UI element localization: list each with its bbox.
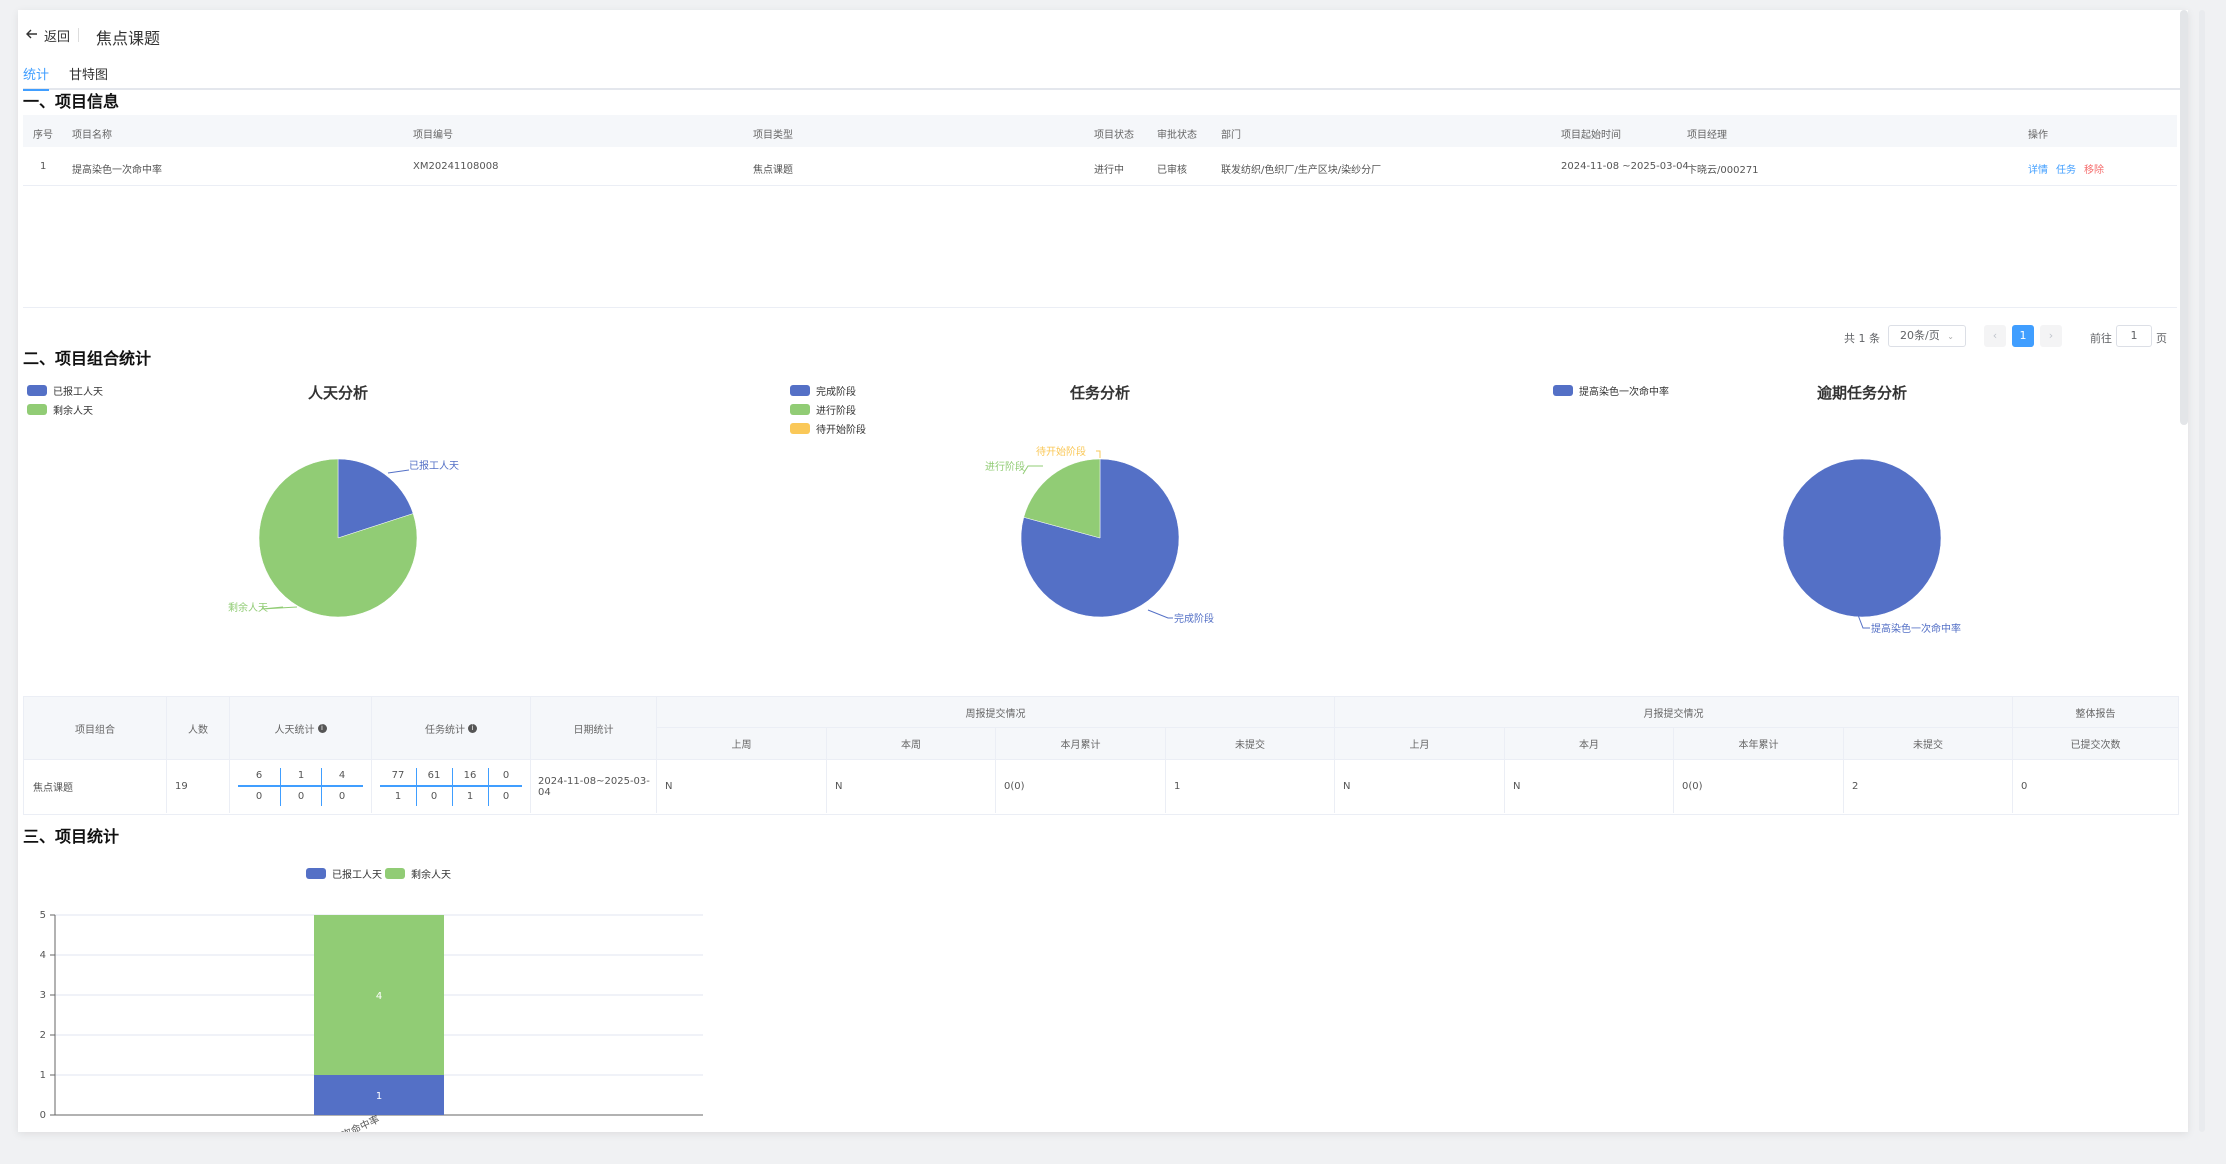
task-top: 61 <box>427 770 441 781</box>
mini-divider <box>238 785 363 787</box>
mini-divider <box>416 768 417 806</box>
cell-people: 19 <box>167 760 230 813</box>
th-people: 人数 <box>167 697 230 760</box>
pie-manday <box>258 458 418 618</box>
cell-monthly: 2 <box>1844 760 2013 813</box>
bar-value-label: 4 <box>376 991 382 1002</box>
pie-label: 提高染色一次命中率 <box>1871 622 1961 635</box>
manday-top: 6 <box>255 770 263 781</box>
leader-line <box>1022 465 1043 475</box>
task-bottom: 1 <box>394 791 402 802</box>
group-stats-table: 项目组合 人数 人天统计 i 任务统计 i 日期统计 周报提交情况 月报提交情况 整… <box>23 696 2179 815</box>
th-date: 日期统计 <box>531 697 657 760</box>
cell-task: 77 61 16 0 1 0 1 0 <box>372 760 531 813</box>
th-weekly-sub: 上周 <box>657 728 827 760</box>
mini-divider <box>380 785 522 787</box>
th-task-label: 任务统计 <box>425 724 465 736</box>
bar-value-label: 1 <box>376 1091 382 1102</box>
manday-bottom: 0 <box>338 791 346 802</box>
th-monthly-sub: 未提交 <box>1844 728 2013 760</box>
manday-top: 1 <box>297 770 305 781</box>
vertical-scrollbar[interactable] <box>2180 10 2188 425</box>
task-bottom: 0 <box>502 791 510 802</box>
y-tick-label: 4 <box>40 950 46 961</box>
pie-slice-提高染色一次命中率[interactable] <box>1782 458 1942 618</box>
task-bottom: 0 <box>430 791 438 802</box>
pie-label: 已报工人天 <box>409 459 459 472</box>
th-monthly: 月报提交情况 <box>1335 697 2013 728</box>
mini-divider <box>452 768 453 806</box>
cell-date: 2024-11-08~2025-03-04 <box>531 760 657 813</box>
pie-task <box>1020 458 1180 618</box>
th-weekly-sub: 未提交 <box>1166 728 1335 760</box>
main-card: 返回 焦点课题 统计 甘特图 一、项目信息 序号 项目名称 项目编号 项目类型 … <box>18 10 2188 1132</box>
y-tick-label: 1 <box>40 1070 46 1081</box>
bar-chart-svg: 012345 14 次命中率 <box>40 910 703 1132</box>
manday-top: 4 <box>338 770 346 781</box>
cell-manday: 6 1 4 0 0 0 <box>230 760 372 813</box>
cell-weekly: N <box>827 760 996 813</box>
cell-group: 焦点课题 <box>24 760 167 813</box>
pie-overdue <box>1782 458 1942 618</box>
section-title-project-stats: 三、项目统计 <box>23 827 120 846</box>
info-icon[interactable]: i <box>317 723 327 733</box>
info-icon[interactable]: i <box>468 723 477 733</box>
task-top: 16 <box>463 770 477 781</box>
th-overall: 整体报告 <box>2013 697 2178 728</box>
th-task: 任务统计 i <box>372 697 531 760</box>
mini-divider <box>280 768 281 806</box>
y-tick-label: 0 <box>40 1110 46 1121</box>
th-monthly-sub: 本年累计 <box>1674 728 1844 760</box>
th-group: 项目组合 <box>24 697 167 760</box>
outer-scrollbar[interactable] <box>2199 10 2205 1132</box>
pie-label: 完成阶段 <box>1174 612 1214 625</box>
legend-label: 剩余人天 <box>411 870 451 881</box>
leader-line <box>387 469 410 474</box>
legend-item[interactable]: 已报工人天 <box>306 866 382 881</box>
legend-item[interactable]: 剩余人天 <box>385 866 451 881</box>
cell-weekly: 1 <box>1166 760 1335 813</box>
task-top: 0 <box>502 770 510 781</box>
th-weekly-sub: 本月累计 <box>996 728 1166 760</box>
legend-swatch <box>385 868 405 879</box>
th-weekly-sub: 本周 <box>827 728 996 760</box>
bar-marks: 14 <box>314 915 444 1115</box>
y-tick-label: 2 <box>40 1030 46 1041</box>
pie-label: 剩余人天 <box>228 601 268 614</box>
task-bottom: 1 <box>466 791 474 802</box>
pie-charts-svg: 已报工人天 剩余人天 完成阶段 进行阶段 待开始阶段 提高染色一次命中率 <box>228 445 1961 635</box>
pie-label: 进行阶段 <box>985 460 1025 473</box>
cell-monthly: 0(0) <box>1674 760 1844 813</box>
cell-overall: 0 <box>2021 781 2028 792</box>
legend-label: 已报工人天 <box>332 870 382 881</box>
th-monthly-sub: 上月 <box>1335 728 1505 760</box>
mini-divider <box>321 768 322 806</box>
cell-weekly: 0(0) <box>996 760 1166 813</box>
legend-swatch <box>306 868 326 879</box>
manday-bottom: 0 <box>297 791 305 802</box>
th-manday-label: 人天统计 <box>274 724 315 736</box>
th-monthly-sub: 本月 <box>1505 728 1674 760</box>
th-manday: 人天统计 i <box>230 697 372 760</box>
leader-line <box>1096 450 1101 458</box>
task-top: 77 <box>391 770 405 781</box>
cell-weekly: N <box>657 760 827 813</box>
mini-divider <box>488 768 489 806</box>
pie-label: 待开始阶段 <box>1036 445 1086 458</box>
y-tick-label: 3 <box>40 990 46 1001</box>
manday-bottom: 0 <box>255 791 263 802</box>
cell-monthly: N <box>1505 760 1674 813</box>
th-weekly: 周报提交情况 <box>657 697 1335 728</box>
leader-line <box>1147 609 1173 619</box>
th-overall-sub: 已提交次数 <box>2013 728 2178 760</box>
y-tick-label: 5 <box>40 910 46 921</box>
cell-monthly: N <box>1335 760 1505 813</box>
